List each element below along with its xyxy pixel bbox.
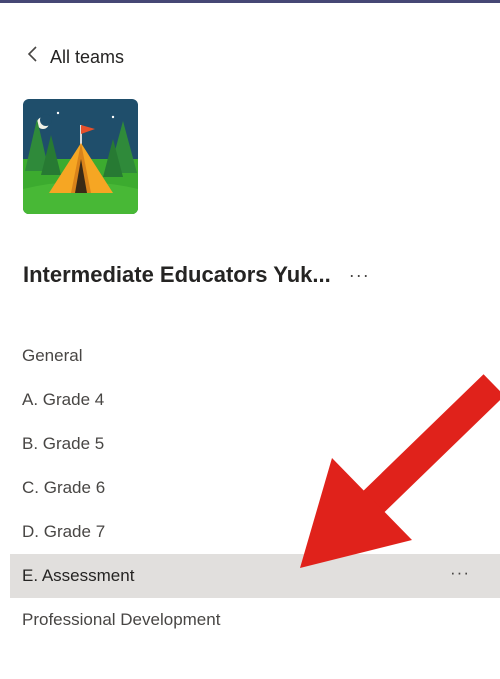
channel-item-grade-4[interactable]: A. Grade 4 [10, 378, 500, 422]
back-link-label: All teams [50, 46, 125, 67]
channel-item-grade-6[interactable]: C. Grade 6 [10, 466, 500, 510]
channel-more-options-icon[interactable]: ··· [450, 563, 470, 583]
team-more-options-icon[interactable]: ··· [349, 265, 370, 286]
team-avatar-campsite-icon[interactable] [23, 99, 138, 214]
channel-label: D. Grade 7 [22, 522, 106, 541]
channel-label: B. Grade 5 [22, 434, 105, 453]
channel-label: A. Grade 4 [22, 390, 105, 409]
channel-item-grade-5[interactable]: B. Grade 5 [10, 422, 500, 466]
channel-item-grade-7[interactable]: D. Grade 7 [10, 510, 500, 554]
chevron-left-icon [26, 45, 50, 69]
team-header: Intermediate Educators Yuk... ··· [23, 258, 483, 292]
channel-list: General A. Grade 4 B. Grade 5 C. Grade 6… [10, 334, 500, 642]
window-top-border [0, 0, 500, 3]
back-to-all-teams-link[interactable]: All teams [26, 43, 124, 71]
channel-item-general[interactable]: General [10, 334, 500, 378]
channel-label: General [22, 346, 83, 365]
channel-label: C. Grade 6 [22, 478, 106, 497]
team-name: Intermediate Educators Yuk... [23, 262, 331, 287]
channel-label: E. Assessment [22, 566, 135, 585]
channel-item-professional-development[interactable]: Professional Development [10, 598, 500, 642]
channel-item-assessment[interactable]: E. Assessment ··· [10, 554, 500, 598]
channel-label: Professional Development [22, 610, 221, 629]
